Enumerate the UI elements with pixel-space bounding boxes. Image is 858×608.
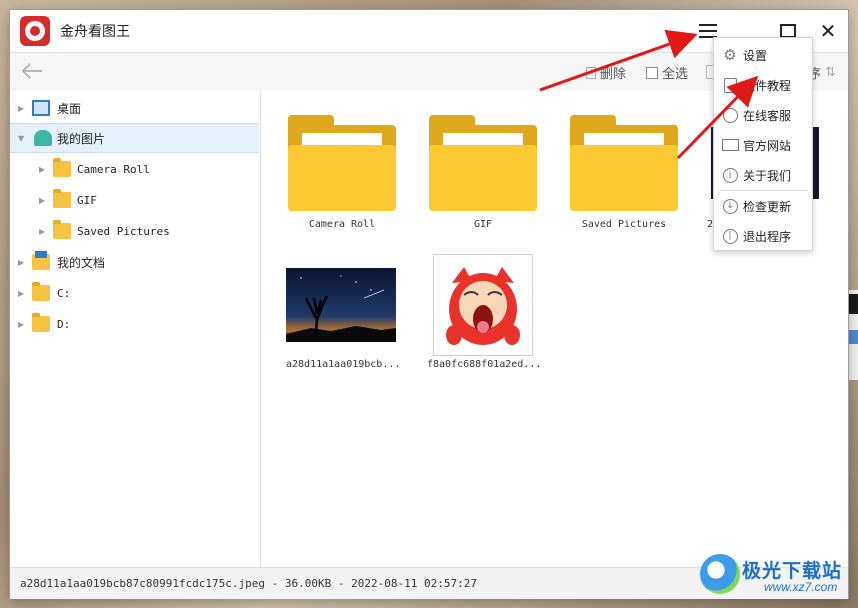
expand-arrow-icon[interactable]: ▶ — [18, 289, 24, 298]
maximize-icon — [780, 24, 796, 38]
app-logo-icon — [20, 16, 50, 46]
menu-item-settings[interactable]: ⚙ 设置 — [714, 40, 812, 70]
pictures-icon — [34, 130, 52, 146]
sidebar-item-drive-c[interactable]: ▶ C: — [10, 278, 259, 308]
folder-icon — [288, 115, 396, 211]
sidebar-item-pictures[interactable]: ▼ 我的图片 — [10, 123, 259, 153]
menu-item-official-site[interactable]: 官方网站 — [714, 130, 812, 160]
menu-item-label: 在线客服 — [743, 108, 792, 123]
folder-icon — [570, 115, 678, 211]
sidebar-item-documents[interactable]: ▶ 我的文档 — [10, 247, 259, 277]
image-thumbnail-night-sky[interactable] — [286, 268, 396, 342]
download-icon: ↓ — [720, 196, 740, 216]
watermark-logo: 极光下载站 www.xz7.com — [700, 552, 852, 600]
expand-arrow-icon[interactable]: ▶ — [18, 320, 24, 329]
hamburger-icon — [699, 24, 717, 38]
expand-arrow-icon[interactable]: ▶ — [39, 165, 45, 174]
folder-tree: ▶ 桌面 ▼ 我的图片 ▶ Camera Roll ▶ GIF ▶ Saved … — [10, 91, 261, 567]
folder-label: GIF — [473, 219, 493, 230]
close-icon: ✕ — [819, 19, 837, 43]
menu-item-label: 检查更新 — [743, 199, 792, 214]
desktop-icon — [32, 100, 50, 116]
trash-icon — [586, 66, 596, 79]
expand-arrow-icon[interactable]: ▶ — [39, 227, 45, 236]
folder-icon — [32, 282, 50, 301]
folder-label: Saved Pictures — [581, 219, 667, 230]
sidebar-item-label: C: — [57, 286, 71, 300]
select-all-label: 全选 — [662, 67, 689, 82]
delete-label: 删除 — [600, 67, 627, 82]
sidebar-item-gif[interactable]: ▶ GIF — [10, 185, 259, 215]
documents-icon — [32, 251, 50, 270]
back-arrow-icon[interactable] — [20, 61, 44, 81]
menu-item-exit[interactable]: | 退出程序 — [714, 221, 812, 251]
night-sky-image — [286, 268, 396, 342]
sidebar-item-label: Camera Roll — [77, 162, 150, 176]
menu-item-label: 官方网站 — [743, 138, 792, 153]
cartoon-image — [446, 267, 520, 345]
image-thumbnail-cartoon[interactable] — [433, 254, 533, 356]
sidebar-item-label: D: — [57, 317, 71, 331]
monitor-icon — [720, 135, 740, 155]
watermark-name: 极光下载站 — [742, 560, 843, 582]
expand-arrow-icon[interactable]: ▶ — [18, 104, 24, 113]
folder-label: Camera Roll — [308, 219, 376, 230]
checkbox-icon — [646, 66, 658, 79]
gear-icon: ⚙ — [723, 46, 737, 64]
thumbnail-label: a28d11a1aa019bcb... — [286, 359, 401, 370]
menu-item-label: 退出程序 — [743, 229, 792, 244]
collapse-arrow-icon[interactable]: ▼ — [18, 134, 24, 143]
sidebar-item-label: 我的图片 — [57, 131, 106, 146]
app-window: 金舟看图王 ✕ 删除 全选 序 ⇅ ▶ 桌面 ▼ 我的图片 ▶ Camera R… — [10, 10, 848, 599]
headset-icon — [720, 105, 740, 125]
book-icon — [720, 75, 740, 95]
select-all-checkbox[interactable]: 全选 — [646, 63, 688, 82]
close-button[interactable]: ✕ — [814, 18, 842, 44]
sidebar-item-desktop[interactable]: ▶ 桌面 — [10, 93, 259, 123]
menu-item-label: 关于我们 — [743, 168, 792, 183]
thumbnail-label: f8a0fc688f01a2ed... — [427, 359, 542, 370]
status-text: a28d11a1aa019bcb87c80991fcdc175c.jpeg - … — [20, 577, 477, 590]
folder-icon — [53, 158, 71, 177]
menu-item-tutorial[interactable]: 软件教程 — [714, 70, 812, 100]
menu-item-label: 软件教程 — [743, 78, 792, 93]
menu-item-check-update[interactable]: ↓ 检查更新 — [714, 191, 812, 221]
folder-icon — [53, 189, 71, 208]
expand-arrow-icon[interactable]: ▶ — [39, 196, 45, 205]
delete-button[interactable]: 删除 — [586, 63, 626, 82]
folder-icon — [429, 115, 537, 211]
expand-arrow-icon[interactable]: ▶ — [18, 258, 24, 267]
menu-item-about[interactable]: i 关于我们 — [714, 160, 812, 190]
power-icon: | — [720, 226, 740, 246]
sidebar-item-label: 桌面 — [57, 101, 82, 116]
sidebar-item-camera-roll[interactable]: ▶ Camera Roll — [10, 154, 259, 184]
menu-item-online-support[interactable]: 在线客服 — [714, 100, 812, 130]
sort-icon: ⇅ — [825, 65, 836, 80]
folder-icon — [53, 220, 71, 239]
sidebar-item-label: GIF — [77, 193, 97, 207]
watermark-logo-icon — [700, 554, 740, 594]
sidebar-item-drive-d[interactable]: ▶ D: — [10, 309, 259, 339]
sidebar-item-saved-pictures[interactable]: ▶ Saved Pictures — [10, 216, 259, 246]
sidebar-item-label: Saved Pictures — [77, 224, 170, 238]
menu-item-label: 设置 — [743, 48, 768, 63]
app-title: 金舟看图王 — [60, 24, 130, 40]
watermark-url: www.xz7.com — [764, 580, 838, 594]
info-icon: i — [720, 165, 740, 185]
sidebar-item-label: 我的文档 — [57, 255, 106, 270]
folder-icon — [32, 313, 50, 332]
main-menu-dropdown: ⚙ 设置 软件教程 在线客服 官方网站 i 关于我们 ↓ 检查更新 | 退出程序 — [713, 37, 813, 251]
